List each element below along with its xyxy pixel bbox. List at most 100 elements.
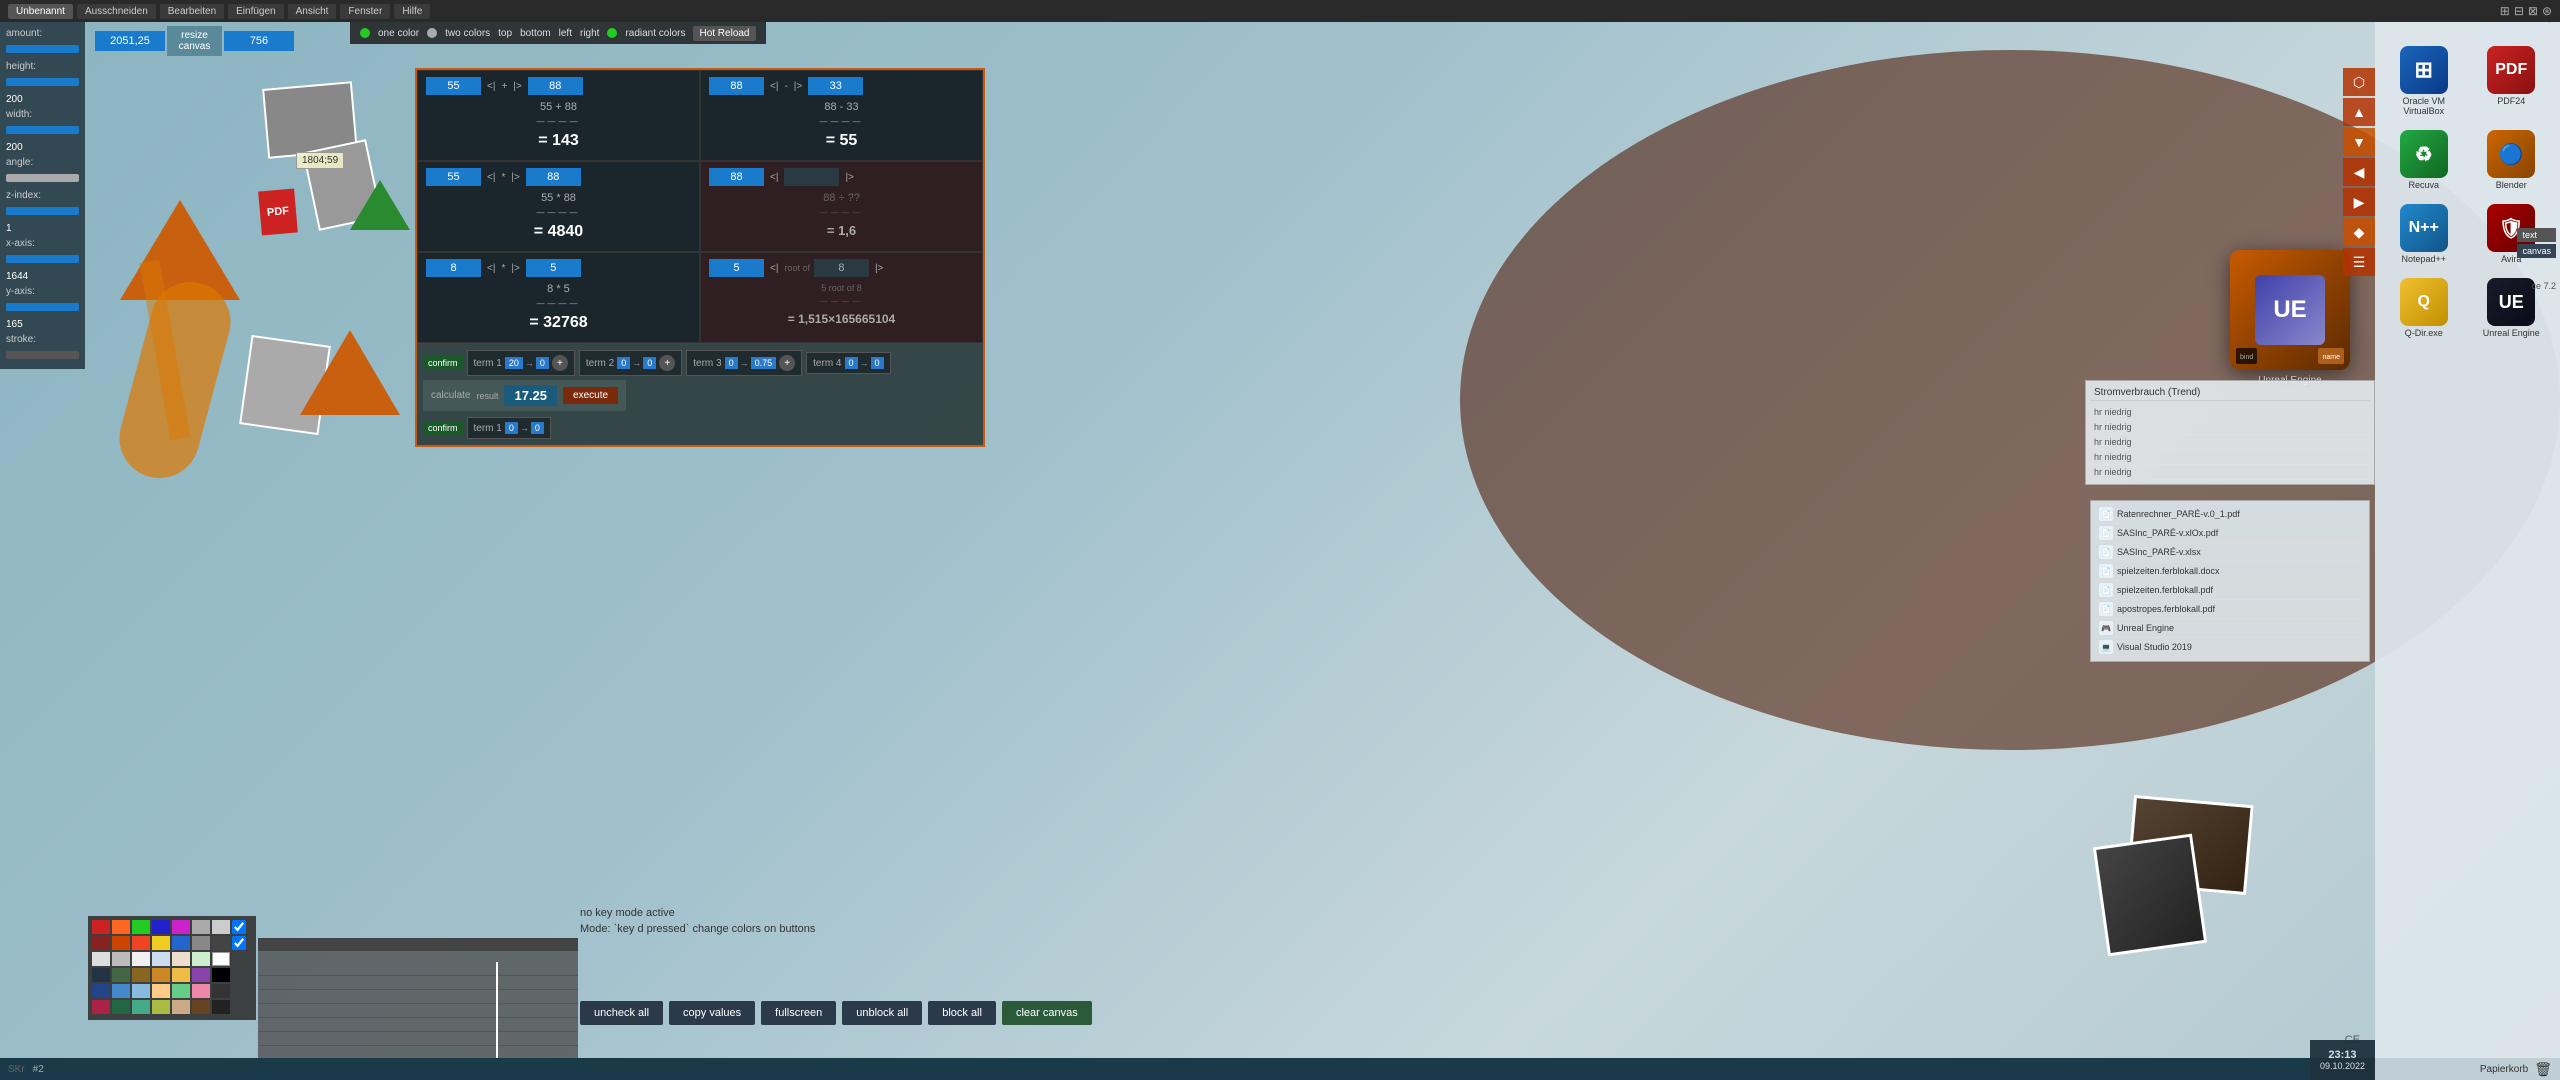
side-btn-4[interactable]: ◀ [2343, 158, 2375, 186]
term-1-val1[interactable]: 20 [505, 357, 523, 369]
term-1-plus[interactable]: + [552, 355, 568, 371]
toolbar-icon-3[interactable]: ⊠ [2528, 4, 2538, 18]
palette-light-orange[interactable] [152, 984, 170, 998]
palette-lime[interactable] [152, 1000, 170, 1014]
palette-pink[interactable] [192, 984, 210, 998]
arrow-right-4[interactable]: |> [792, 81, 804, 92]
toolbar-tab-unbenannt[interactable]: Unbenannt [8, 4, 73, 19]
palette-red[interactable] [92, 920, 110, 934]
palette-black[interactable] [212, 968, 230, 982]
palette-medium-blue[interactable] [112, 984, 130, 998]
toolbar-tab-hilfe[interactable]: Hilfe [394, 4, 430, 19]
file-item-3[interactable]: 📄 SASInc_PARÉ-v.xlsx [2095, 543, 2365, 562]
uncheck-all-button[interactable]: uncheck all [580, 1001, 663, 1025]
palette-red-orange[interactable] [132, 936, 150, 950]
comp-input-3-right[interactable] [526, 259, 581, 277]
arrow-left-5[interactable]: <| [768, 172, 780, 183]
palette-light-gray1[interactable] [92, 952, 110, 966]
palette-mid-blue[interactable] [172, 936, 190, 950]
comp-input-1-right[interactable] [528, 77, 583, 95]
ue-icon-box[interactable]: UE bind name [2230, 250, 2350, 370]
file-item-4[interactable]: 📄 spielzeiten.ferblokall.docx [2095, 562, 2365, 581]
term-4-val2[interactable]: 0 [871, 357, 884, 369]
palette-checkbox-2[interactable] [232, 936, 246, 950]
comp-input-5-right[interactable] [784, 168, 839, 186]
comp-input-6-right[interactable] [814, 259, 869, 277]
side-btn-7[interactable]: ☰ [2343, 248, 2375, 276]
file-item-5[interactable]: 📄 spielzeiten.ferblokall.pdf [2095, 581, 2365, 600]
palette-blue[interactable] [152, 920, 170, 934]
text-label[interactable]: text [2517, 228, 2556, 242]
palette-green[interactable] [132, 920, 150, 934]
radiant-label[interactable]: radiant colors [625, 28, 685, 39]
toolbar-tab-ansicht[interactable]: Ansicht [288, 4, 337, 19]
comp-input-4-left[interactable] [709, 77, 764, 95]
side-btn-6[interactable]: ◆ [2343, 218, 2375, 246]
right-label[interactable]: right [580, 28, 599, 39]
arrow-right-1[interactable]: |> [511, 81, 523, 92]
fullscreen-button[interactable]: fullscreen [761, 1001, 836, 1025]
toolbar-tab-einfuegen[interactable]: Einfügen [228, 4, 283, 19]
confirm-badge-2[interactable]: confirm [423, 421, 463, 435]
amount-slider[interactable] [6, 45, 79, 53]
palette-light-blue[interactable] [152, 952, 170, 966]
arrow-left-2[interactable]: <| [485, 172, 497, 183]
height-slider[interactable] [6, 78, 79, 86]
palette-gray2[interactable] [212, 920, 230, 934]
palette-tan[interactable] [172, 1000, 190, 1014]
papierkorb-label[interactable]: Papierkorb [2480, 1064, 2528, 1075]
top-label[interactable]: top [498, 28, 512, 39]
palette-white[interactable] [212, 952, 230, 966]
execute-button[interactable]: execute [563, 387, 618, 404]
size-value-button[interactable]: 756 [224, 31, 294, 51]
file-item-6[interactable]: 📄 apostropes.ferblokall.pdf [2095, 600, 2365, 619]
term-2-val1[interactable]: 0 [617, 357, 630, 369]
canvas-label[interactable]: canvas [2517, 244, 2556, 258]
z-index-slider[interactable] [6, 207, 79, 215]
palette-crimson[interactable] [92, 1000, 110, 1014]
left-label[interactable]: left [559, 28, 572, 39]
width-slider[interactable] [6, 126, 79, 134]
term-3-val1[interactable]: 0 [725, 357, 738, 369]
stroke-slider[interactable] [6, 351, 79, 359]
bottom-label[interactable]: bottom [520, 28, 551, 39]
app-icon-pdf24[interactable]: PDF PDF24 [2471, 42, 2553, 120]
term-3-val2[interactable]: 0.75 [751, 357, 777, 369]
clear-canvas-button[interactable]: clear canvas [1002, 1001, 1092, 1025]
side-btn-1[interactable]: ⬡ [2343, 68, 2375, 96]
arrow-right-5[interactable]: |> [843, 172, 855, 183]
one-color-label[interactable]: one color [378, 28, 419, 39]
term-2-plus[interactable]: + [659, 355, 675, 371]
arrow-right-3[interactable]: |> [509, 263, 521, 274]
file-item-7[interactable]: 🎮 Unreal Engine [2095, 619, 2365, 638]
toolbar-icon-1[interactable]: ⊞ [2500, 4, 2510, 18]
side-btn-2[interactable]: ▲ [2343, 98, 2375, 126]
term-4-val1[interactable]: 0 [845, 357, 858, 369]
side-btn-5[interactable]: ▶ [2343, 188, 2375, 216]
hot-reload-button[interactable]: Hot Reload [693, 26, 755, 41]
palette-navy[interactable] [92, 968, 110, 982]
palette-mid-gray[interactable] [192, 936, 210, 950]
palette-light-gold[interactable] [172, 968, 190, 982]
arrow-right-2[interactable]: |> [509, 172, 521, 183]
palette-checkbox-1[interactable] [232, 920, 246, 934]
app-icon-blender[interactable]: 🔵 Blender [2471, 126, 2553, 194]
app-icon-qdir[interactable]: Q Q-Dir.exe [2383, 274, 2465, 342]
file-item-1[interactable]: 📄 Ratenrechner_PARÉ-v.0_1.pdf [2095, 505, 2365, 524]
angle-slider[interactable] [6, 174, 79, 182]
term-2-val2[interactable]: 0 [643, 357, 656, 369]
file-item-8[interactable]: 💻 Visual Studio 2019 [2095, 638, 2365, 657]
y-axis-slider[interactable] [6, 303, 79, 311]
palette-yellow[interactable] [152, 936, 170, 950]
unblock-all-button[interactable]: unblock all [842, 1001, 922, 1025]
toolbar-tab-ausschneiden[interactable]: Ausschneiden [77, 4, 156, 19]
palette-white-ish[interactable] [132, 952, 150, 966]
palette-light-gray2[interactable] [112, 952, 130, 966]
toolbar-tab-fenster[interactable]: Fenster [340, 4, 390, 19]
palette-dark-blue[interactable] [92, 984, 110, 998]
toolbar-icon-2[interactable]: ⊟ [2514, 4, 2524, 18]
comp-input-2-right[interactable] [526, 168, 581, 186]
palette-near-black[interactable] [212, 1000, 230, 1014]
term-single-val1[interactable]: 0 [505, 422, 518, 434]
palette-sky-blue[interactable] [132, 984, 150, 998]
